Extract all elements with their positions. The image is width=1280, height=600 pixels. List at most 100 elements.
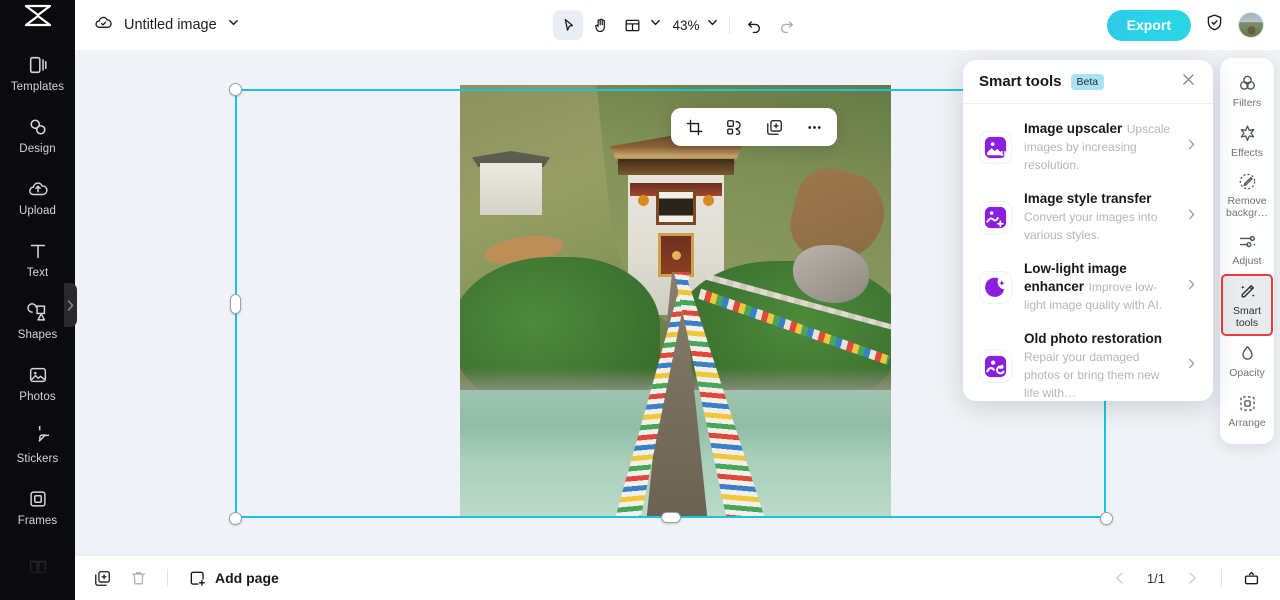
photo-restore-icon [979, 349, 1012, 383]
sidebar-item-frames[interactable]: Frames [0, 476, 75, 538]
sidebar-collapse-button[interactable] [64, 283, 77, 327]
tool-filters[interactable]: Filters [1220, 66, 1274, 116]
add-page-icon [190, 571, 205, 586]
tool-effects[interactable]: Effects [1220, 116, 1274, 166]
chevron-down-icon [651, 19, 661, 26]
smart-tool-low-light-enhancer[interactable]: Low-light image enhancer Improve low-lig… [963, 252, 1213, 322]
layout-tool-button[interactable] [617, 10, 647, 40]
more-panels-icon [29, 560, 46, 573]
tool-label: Effects [1231, 147, 1263, 159]
cloud-check-icon[interactable] [93, 12, 114, 38]
hand-tool-button[interactable] [585, 10, 615, 40]
duplicate-page-button[interactable] [87, 563, 117, 593]
tool-label: Arrange [1228, 417, 1266, 429]
cutout-button[interactable] [719, 112, 749, 142]
redo-button[interactable] [772, 10, 802, 40]
smart-tool-text: Image upscaler Upscale images by increas… [1024, 120, 1173, 174]
top-toolbar: Untitled image 43% Export [75, 0, 1280, 50]
smart-tools-header: Smart tools Beta [963, 60, 1213, 104]
more-options-button[interactable] [799, 112, 829, 142]
sidebar-item-templates[interactable]: Templates [0, 42, 75, 104]
opacity-drop-icon [1241, 346, 1253, 360]
zoom-level-value[interactable]: 43% [664, 18, 703, 33]
tool-remove-background[interactable]: Remove backgr… [1220, 166, 1274, 224]
chevron-down-icon [228, 19, 238, 26]
tool-smart-tools[interactable]: Smart tools [1221, 274, 1273, 336]
smart-tool-desc: Convert your images into various styles. [1024, 210, 1158, 242]
present-button[interactable] [1236, 563, 1266, 593]
smart-tools-title: Smart tools [979, 73, 1062, 90]
page-indicator: 1/1 [1146, 570, 1165, 586]
right-toolbar: Filters Effects Remove backgr… Adjust Sm… [1220, 58, 1274, 444]
sidebar-item-text[interactable]: Text [0, 228, 75, 290]
sidebar-item-upload[interactable]: Upload [0, 166, 75, 228]
cursor-arrow-icon [564, 18, 574, 31]
sidebar-item-more[interactable] [0, 538, 75, 600]
arrange-icon [1239, 396, 1255, 411]
selection-handle-left-middle[interactable] [230, 294, 241, 314]
sidebar-item-design[interactable]: Design [0, 104, 75, 166]
select-tool-button[interactable] [553, 10, 584, 40]
chevron-down-icon [707, 19, 717, 26]
tool-label: Opacity [1229, 367, 1265, 379]
stickers-icon [38, 425, 49, 442]
selection-handle-bottom-middle[interactable] [661, 512, 681, 523]
svg-text:4K: 4K [999, 150, 1009, 158]
undo-button[interactable] [740, 10, 770, 40]
document-title[interactable]: Untitled image [124, 17, 217, 33]
toolbar-divider [728, 16, 730, 34]
tool-label: Filters [1232, 97, 1262, 109]
layout-dropdown-caret[interactable] [649, 16, 662, 34]
chevron-right-icon [1185, 138, 1199, 156]
sidebar-label: Design [19, 142, 56, 155]
shield-check-icon[interactable] [1204, 12, 1225, 38]
sidebar-item-stickers[interactable]: Stickers [0, 414, 75, 476]
tool-adjust[interactable]: Adjust [1220, 224, 1274, 274]
app-logo[interactable] [0, 0, 75, 32]
delete-page-button[interactable] [123, 563, 153, 593]
upload-cloud-icon [28, 181, 48, 195]
selection-right-edge [1104, 388, 1106, 520]
undo-arrow-icon [748, 20, 761, 33]
export-button[interactable]: Export [1106, 9, 1191, 41]
chevron-right-icon [1185, 208, 1199, 226]
title-dropdown-caret[interactable] [227, 16, 240, 34]
present-icon [1244, 571, 1258, 584]
cutout-icon [726, 119, 741, 135]
next-page-button[interactable] [1177, 563, 1207, 593]
selection-handle-bottom-right[interactable] [1100, 512, 1113, 525]
canvas-image[interactable] [460, 85, 891, 518]
prev-page-button[interactable] [1105, 563, 1135, 593]
tool-label: Adjust [1232, 255, 1262, 267]
close-panel-button[interactable] [1180, 71, 1197, 93]
sidebar-item-photos[interactable]: Photos [0, 352, 75, 414]
chevron-right-icon [67, 299, 74, 311]
smart-tool-image-style-transfer[interactable]: Image style transfer Convert your images… [963, 182, 1213, 252]
crop-button[interactable] [679, 112, 709, 142]
image-upscaler-4k-icon: 4K [979, 130, 1012, 164]
tool-opacity[interactable]: Opacity [1220, 336, 1274, 386]
add-page-button[interactable]: Add page [182, 569, 285, 588]
duplicate-button[interactable] [759, 112, 789, 142]
smart-tool-name: Old photo restoration [1024, 331, 1162, 346]
selection-handle-bottom-left[interactable] [229, 512, 242, 525]
smart-tool-old-photo-restoration[interactable]: Old photo restoration Repair your damage… [963, 322, 1213, 401]
selection-handle-top-left[interactable] [229, 83, 242, 96]
avatar[interactable] [1238, 12, 1264, 38]
remove-background-icon [1239, 173, 1255, 190]
frames-icon [29, 490, 46, 507]
chevron-right-icon [1189, 572, 1196, 584]
smart-tool-text: Old photo restoration Repair your damage… [1024, 330, 1173, 401]
smart-tool-image-upscaler[interactable]: 4K Image upscaler Upscale images by incr… [963, 112, 1213, 182]
smart-tool-name: Image upscaler [1024, 121, 1123, 136]
design-icon [29, 118, 46, 135]
canvas-tools-group: 43% [533, 10, 823, 40]
add-page-label: Add page [215, 570, 279, 586]
sidebar-label: Upload [18, 204, 57, 217]
smart-tools-wand-icon [1240, 285, 1255, 298]
beta-badge: Beta [1070, 73, 1105, 90]
topbar-right-group: Export [1106, 9, 1264, 41]
zoom-dropdown-caret[interactable] [706, 16, 719, 34]
tool-arrange[interactable]: Arrange [1220, 386, 1274, 436]
hand-icon [595, 18, 605, 32]
